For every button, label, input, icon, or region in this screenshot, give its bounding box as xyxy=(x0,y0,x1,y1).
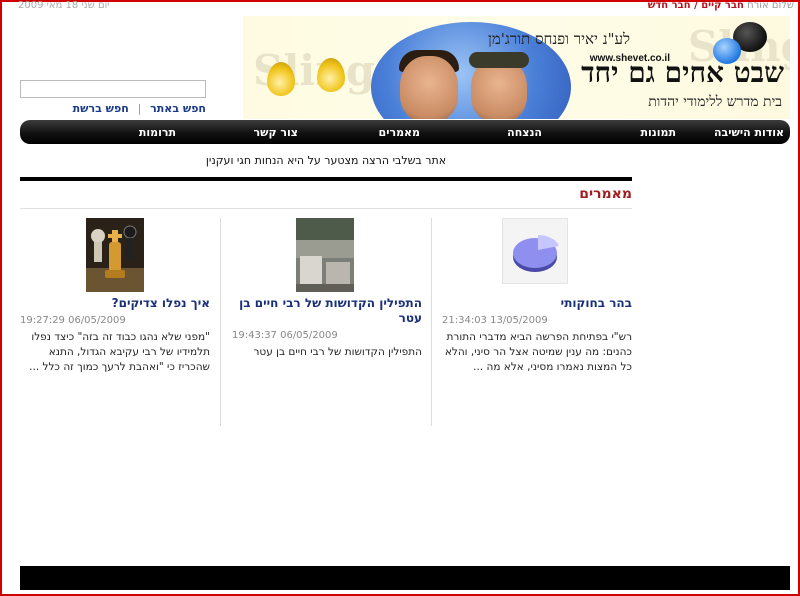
member-separator: / xyxy=(694,0,698,11)
nav-item-about[interactable]: אודות הישיבה xyxy=(714,126,784,139)
greeting-text: שלום אורח xyxy=(747,0,794,11)
section-divider xyxy=(20,208,632,209)
top-bar: שלום אורח חבר קיים / חבר חדש יום שני 18 … xyxy=(0,0,800,12)
column-divider xyxy=(220,218,221,426)
oil-drop-icon xyxy=(267,62,295,96)
search-web-link[interactable]: חפש ברשת xyxy=(73,102,129,115)
site-subtitle: בית מדרש ללימודי יהדות xyxy=(648,94,782,110)
column-divider xyxy=(431,218,432,426)
nav-item-donations[interactable]: תרומות xyxy=(139,126,176,139)
article-date: 19:27:29 06/05/2009 xyxy=(20,315,126,326)
news-ticker: אתר בשלבי הרצה מצטער על היא הנחות חגי וע… xyxy=(205,154,447,167)
search-links: חפש באתר | חפש ברשת xyxy=(20,102,206,115)
article-summary: התפילין הקדושות של רבי חיים בן עטר xyxy=(253,346,423,358)
pie-chart-icon[interactable] xyxy=(502,218,568,284)
nav-item-memorial[interactable]: הנצחה xyxy=(507,126,542,139)
site-logo-title: שבט אחים גם יחד xyxy=(581,56,784,89)
article-date: 19:43:37 06/05/2009 xyxy=(232,330,338,341)
article-date: 21:34:03 13/05/2009 xyxy=(442,315,548,326)
main-nav: אודות הישיבה תמונות הנצחה מאמרים צור קשר… xyxy=(20,120,790,144)
article-summary: רש"י בפתיחת הפרשה הביא מדברי התורת כהנים… xyxy=(444,331,632,373)
section-title: מאמרים xyxy=(579,186,632,202)
article-summary: "מפני שלא נהגו כבוד זה בזה" כיצד נפלו תל… xyxy=(29,331,210,373)
article-title-link[interactable]: איך נפלו צדיקים? xyxy=(20,296,210,311)
existing-member-link[interactable]: חבר קיים xyxy=(701,0,744,11)
oil-drop-icon xyxy=(317,58,345,92)
search-input[interactable] xyxy=(20,80,206,98)
user-greeting: שלום אורח חבר קיים / חבר חדש xyxy=(648,0,794,12)
site-banner: Sling Sling לע"נ יאיר ופנחס תורג'מן www.… xyxy=(243,16,790,119)
current-date: יום שני 18 מאי 2009 xyxy=(18,0,110,11)
search-divider: | xyxy=(137,102,142,115)
photo-thumbnail[interactable] xyxy=(296,218,354,292)
portrait-left xyxy=(400,56,458,119)
article-title-link[interactable]: התפילין הקדושות של רבי חיים בן עטר xyxy=(232,296,422,326)
portrait-cap xyxy=(469,52,529,68)
footer-bar xyxy=(20,566,790,590)
search-site-link[interactable]: חפש באתר xyxy=(150,102,206,115)
nav-item-photos[interactable]: תמונות xyxy=(640,126,676,139)
nav-item-articles[interactable]: מאמרים xyxy=(379,126,420,139)
nav-item-contact[interactable]: צור קשר xyxy=(254,126,298,139)
article-title-link[interactable]: בהר בחוקותי xyxy=(442,296,632,311)
new-member-link[interactable]: חבר חדש xyxy=(648,0,691,11)
divider xyxy=(20,177,632,181)
logo-blue-drop-icon xyxy=(713,38,741,64)
chess-king-icon[interactable] xyxy=(86,218,144,292)
banner-dedication: לע"נ יאיר ופנחס תורג'מן xyxy=(488,30,630,48)
